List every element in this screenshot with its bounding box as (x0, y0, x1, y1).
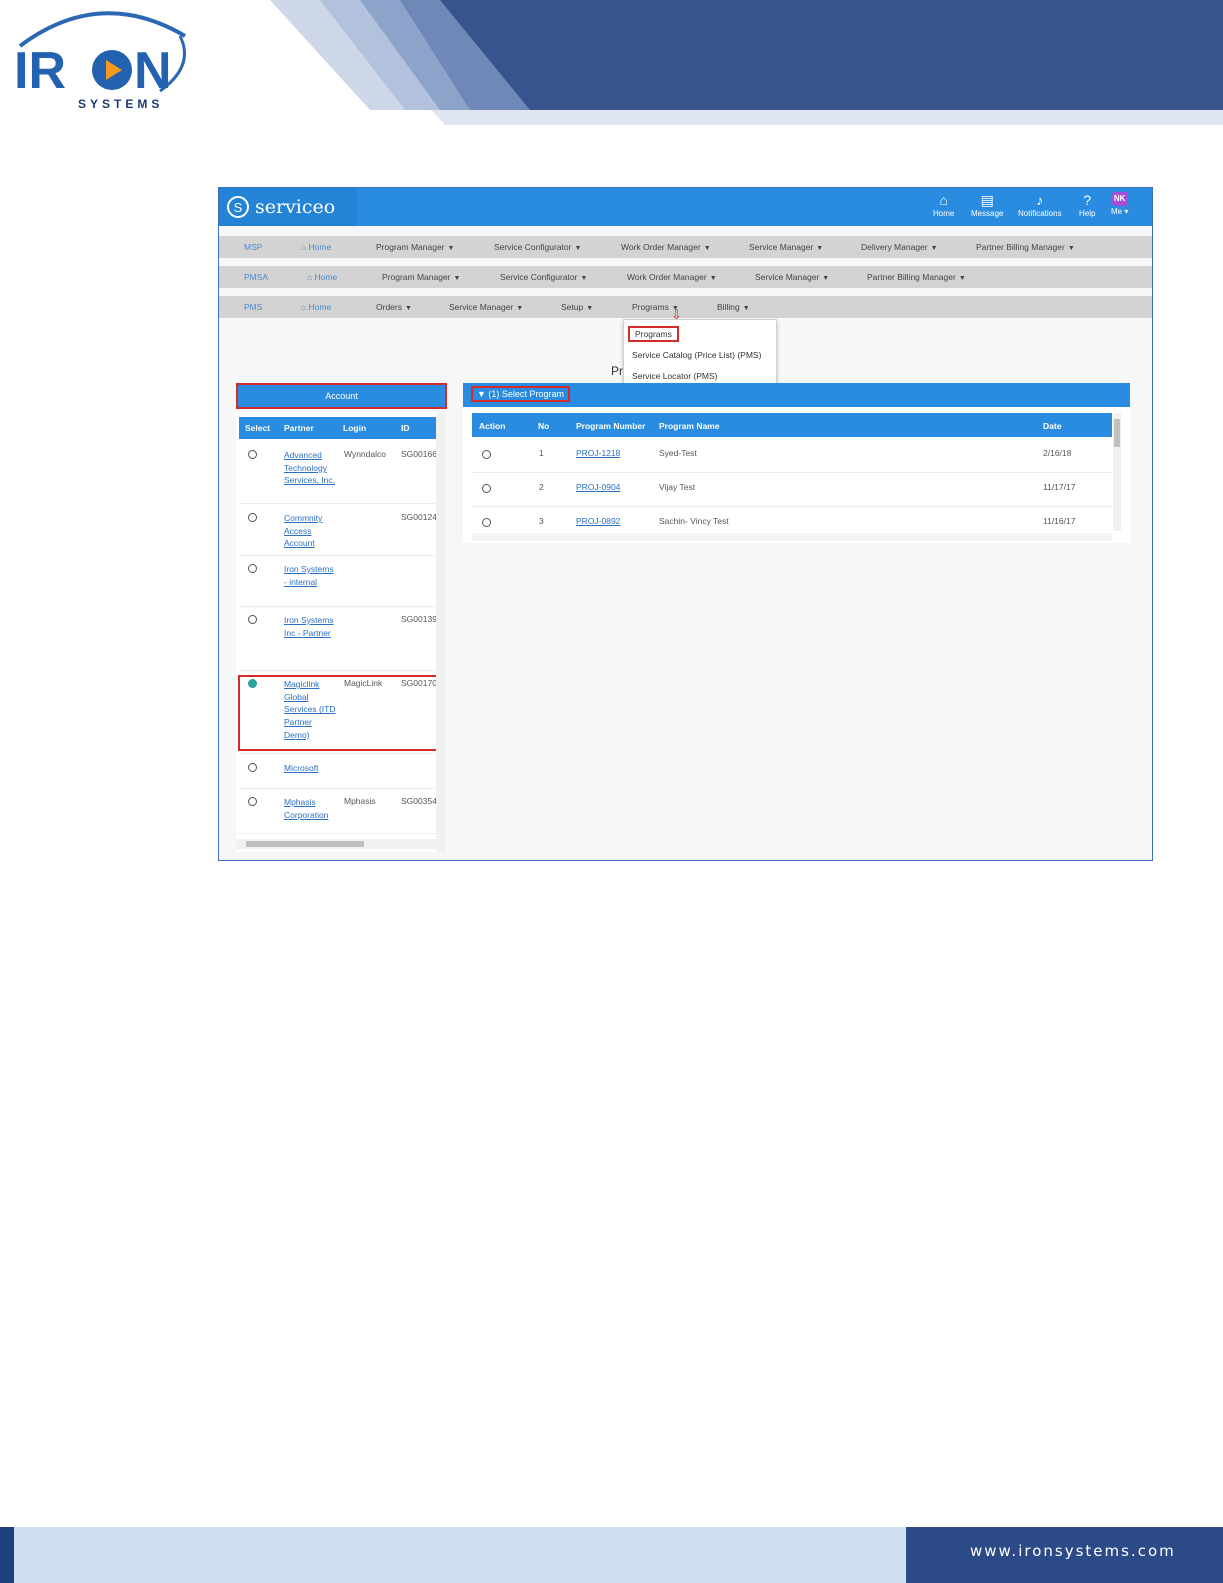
select-radio[interactable] (248, 797, 257, 806)
program-number-link[interactable]: PROJ-1218 (576, 448, 620, 458)
serviceo-brand[interactable]: S serviceo (219, 188, 357, 226)
select-radio[interactable] (248, 763, 257, 772)
program-vertical-scrollbar[interactable] (1113, 413, 1121, 531)
bell-icon: ♪ (1036, 192, 1044, 208)
select-radio[interactable] (248, 513, 257, 522)
help-icon: ? (1083, 192, 1092, 208)
nav-pms-billing[interactable]: Billing ▼ (717, 302, 750, 312)
partner-link[interactable]: Iron Systems Inc - Partner (284, 614, 336, 639)
scroll-thumb[interactable] (1114, 419, 1120, 447)
nav-msp-partner-billing-manager[interactable]: Partner Billing Manager ▼ (976, 242, 1075, 252)
help-button[interactable]: ? Help (1079, 192, 1095, 218)
nav-pms-service-manager[interactable]: Service Manager ▼ (449, 302, 523, 312)
select-program-label[interactable]: ▼ (1) Select Program (471, 386, 570, 402)
program-select-radio[interactable] (482, 450, 491, 459)
program-number-link[interactable]: PROJ-0904 (576, 482, 620, 492)
serviceo-logo-icon: S (227, 196, 249, 218)
program-panel: Action No Program Number Program Name Da… (463, 407, 1130, 543)
program-select-radio[interactable] (482, 484, 491, 493)
program-row: 1 PROJ-1218 Syed-Test 2/16/18 (472, 438, 1112, 473)
nav-system-msp[interactable]: MSP (244, 242, 262, 252)
account-row: Iron Systems Inc - Partner SG00139 (239, 607, 438, 671)
footer-edge (0, 1527, 14, 1583)
nav-row-msp: MSP ⌂ Home Program Manager ▼ Service Conf… (219, 236, 1152, 258)
account-table-header: Select Partner Login ID (239, 417, 438, 439)
select-program-header[interactable]: ▼ (1) Select Program (463, 383, 1130, 407)
nav-msp-work-order-manager[interactable]: Work Order Manager ▼ (621, 242, 711, 252)
scroll-thumb[interactable] (246, 841, 364, 847)
selected-row-highlight (238, 675, 440, 751)
menu-item-service-catalog[interactable]: Service Catalog (Price List) (PMS) (632, 350, 761, 360)
program-horizontal-scrollbar[interactable] (472, 533, 1112, 541)
menu-item-service-locator[interactable]: Service Locator (PMS) (632, 371, 718, 381)
account-row: Iron Systems - internal (239, 556, 438, 607)
nav-home-pms[interactable]: ⌂ Home (301, 302, 331, 312)
account-horizontal-scrollbar[interactable] (236, 839, 445, 849)
nav-pmsa-service-configurator[interactable]: Service Configurator ▼ (500, 272, 587, 282)
message-icon: ▤ (980, 192, 994, 208)
footer-url[interactable]: www.ironsystems.com (970, 1542, 1176, 1560)
app-topbar: S serviceo ⌂ Home ▤ Message ♪ Notificati… (219, 188, 1152, 226)
nav-pms-orders[interactable]: Orders ▼ (376, 302, 412, 312)
home-icon: ⌂ (939, 192, 948, 208)
nav-system-pmsa[interactable]: PMSA (244, 272, 268, 282)
avatar: NK (1111, 192, 1128, 206)
select-radio[interactable] (248, 450, 257, 459)
account-vertical-scrollbar[interactable] (436, 412, 446, 852)
nav-pmsa-partner-billing-manager[interactable]: Partner Billing Manager ▼ (867, 272, 966, 282)
program-row: 2 PROJ-0904 Vijay Test 11/17/17 (472, 472, 1112, 507)
nav-system-pms[interactable]: PMS (244, 302, 262, 312)
svg-text:IR: IR (14, 42, 66, 100)
nav-pmsa-service-manager[interactable]: Service Manager ▼ (755, 272, 829, 282)
program-table-header: Action No Program Number Program Name Da… (472, 413, 1112, 437)
program-select-radio[interactable] (482, 518, 491, 527)
partner-link[interactable]: Advanced Technology Services, Inc. (284, 449, 336, 487)
partner-link[interactable]: Iron Systems - internal (284, 563, 336, 588)
programs-dropdown-menu: Programs Service Catalog (Price List) (P… (623, 319, 777, 393)
svg-text:N: N (134, 42, 172, 100)
account-row: Advanced Technology Services, Inc. Wynnd… (239, 442, 438, 504)
footer-band (0, 1527, 906, 1583)
message-button[interactable]: ▤ Message (971, 192, 1003, 218)
nav-home-msp[interactable]: ⌂ Home (301, 242, 331, 252)
nav-pmsa-work-order-manager[interactable]: Work Order Manager ▼ (627, 272, 717, 282)
home-top-button[interactable]: ⌂ Home (933, 192, 954, 218)
account-panel: Select Partner Login ID Advanced Technol… (236, 412, 447, 852)
nav-home-pmsa[interactable]: ⌂ Home (307, 272, 337, 282)
select-radio[interactable] (248, 564, 257, 573)
nav-msp-service-manager[interactable]: Service Manager ▼ (749, 242, 823, 252)
account-row: Commnity Access Account SG00124 (239, 505, 438, 556)
notifications-button[interactable]: ♪ Notifications (1018, 192, 1062, 218)
iron-systems-logo: IR N SYSTEMS (10, 6, 200, 116)
partner-link[interactable]: Microsoft (284, 762, 336, 775)
nav-row-pms: PMS ⌂ Home Orders ▼ Service Manager ▼ Setu… (219, 296, 1152, 318)
page-title: Pr (611, 364, 623, 378)
app-name: serviceo (255, 196, 336, 218)
program-number-link[interactable]: PROJ-0892 (576, 516, 620, 526)
nav-pms-setup[interactable]: Setup ▼ (561, 302, 593, 312)
partner-link[interactable]: Commnity Access Account (284, 512, 336, 550)
account-panel-header[interactable]: Account (236, 383, 447, 409)
nav-row-pmsa: PMSA ⌂ Home Program Manager ▼ Service Con… (219, 266, 1152, 288)
nav-msp-service-configurator[interactable]: Service Configurator ▼ (494, 242, 581, 252)
chevron-down-icon: ▾ (1124, 207, 1129, 216)
account-row: Microsoft (239, 755, 438, 789)
partner-link[interactable]: Mphasis Corporation (284, 796, 336, 821)
account-row: Mphasis Corporation Mphasis SG00354 (239, 789, 438, 834)
program-row: 3 PROJ-0892 Sachin- Vincy Test 11/16/17 (472, 506, 1112, 532)
nav-pmsa-program-manager[interactable]: Program Manager ▼ (382, 272, 460, 282)
me-menu-button[interactable]: NK Me ▾ (1111, 192, 1128, 216)
logo-systems-text: SYSTEMS (78, 97, 164, 111)
nav-msp-program-manager[interactable]: Program Manager ▼ (376, 242, 454, 252)
menu-item-programs[interactable]: Programs (628, 326, 679, 342)
nav-msp-delivery-manager[interactable]: Delivery Manager ▼ (861, 242, 938, 252)
select-radio[interactable] (248, 615, 257, 624)
app-screenshot: S serviceo ⌂ Home ▤ Message ♪ Notificati… (218, 187, 1153, 861)
